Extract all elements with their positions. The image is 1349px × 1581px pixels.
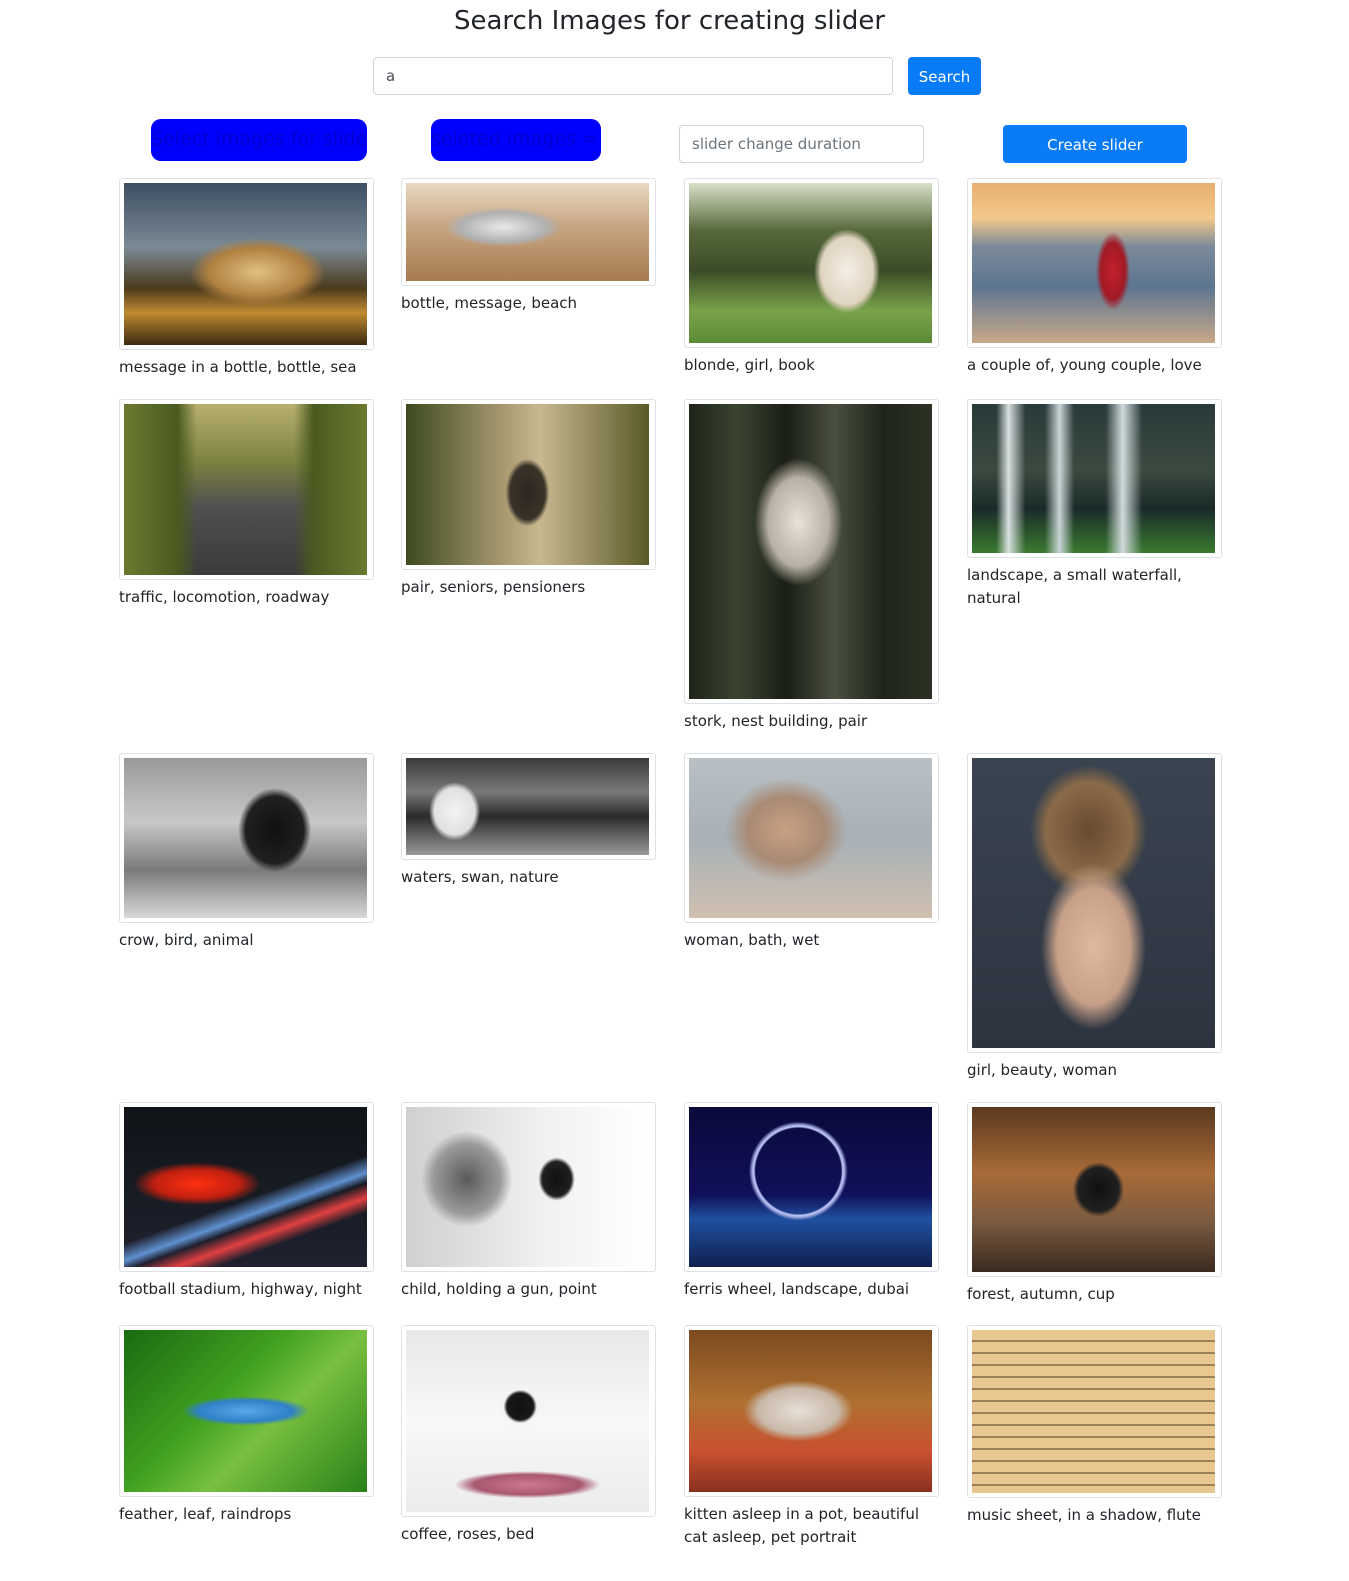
girl-reading-photo xyxy=(689,183,932,343)
image-thumbnail[interactable] xyxy=(401,1325,656,1517)
image-card[interactable]: a couple of, young couple, love xyxy=(967,178,1222,377)
ferris-wheel-photo xyxy=(689,1107,932,1267)
image-thumbnail[interactable] xyxy=(401,178,656,286)
selected-count-badge: seleted images = 0 xyxy=(431,119,601,161)
image-thumbnail[interactable] xyxy=(401,399,656,570)
image-caption: child, holding a gun, point xyxy=(401,1280,597,1298)
image-thumbnail[interactable] xyxy=(119,1102,374,1272)
image-card[interactable]: message in a bottle, bottle, sea xyxy=(119,178,374,379)
selected-count-text: seleted images = xyxy=(431,128,601,150)
bottle-beach-photo xyxy=(406,183,649,281)
image-caption: ferris wheel, landscape, dubai xyxy=(684,1280,910,1298)
image-card[interactable]: landscape, a small waterfall, natural xyxy=(967,399,1222,610)
image-thumbnail[interactable] xyxy=(684,178,939,348)
music-sheet-photo xyxy=(972,1330,1215,1493)
image-caption: pair, seniors, pensioners xyxy=(401,578,586,596)
image-thumbnail[interactable] xyxy=(967,1102,1222,1277)
stadium-night-photo xyxy=(124,1107,367,1267)
image-caption: message in a bottle, bottle, sea xyxy=(119,358,357,376)
image-caption: woman, bath, wet xyxy=(684,931,820,949)
kitten-pot-photo xyxy=(689,1330,932,1492)
feather-leaf-photo xyxy=(124,1330,367,1492)
image-thumbnail[interactable] xyxy=(119,399,374,580)
image-thumbnail[interactable] xyxy=(119,753,374,923)
waterfall-photo xyxy=(972,404,1215,553)
slider-duration-input[interactable] xyxy=(679,125,924,163)
image-caption: music sheet, in a shadow, flute xyxy=(967,1506,1201,1524)
image-card[interactable]: football stadium, highway, night xyxy=(119,1102,374,1301)
stork-nest-photo xyxy=(689,404,932,699)
image-card[interactable]: ferris wheel, landscape, dubai xyxy=(684,1102,939,1301)
image-caption: blonde, girl, book xyxy=(684,356,815,374)
image-card[interactable]: bottle, message, beach xyxy=(401,178,656,315)
image-card[interactable]: pair, seniors, pensioners xyxy=(401,399,656,599)
image-card[interactable]: music sheet, in a shadow, flute xyxy=(967,1325,1222,1527)
image-card[interactable]: blonde, girl, book xyxy=(684,178,939,377)
select-images-label: Select images for slider xyxy=(151,119,367,161)
image-thumbnail[interactable] xyxy=(401,1102,656,1272)
image-card[interactable]: woman, bath, wet xyxy=(684,753,939,952)
bottle-photo xyxy=(124,183,367,345)
image-thumbnail[interactable] xyxy=(967,399,1222,558)
image-caption: coffee, roses, bed xyxy=(401,1525,535,1543)
couple-beach-photo xyxy=(972,183,1215,343)
image-card[interactable]: forest, autumn, cup xyxy=(967,1102,1222,1306)
image-caption: bottle, message, beach xyxy=(401,294,578,312)
crow-photo xyxy=(124,758,367,918)
swan-photo xyxy=(406,758,649,855)
image-thumbnail[interactable] xyxy=(967,1325,1222,1498)
image-card[interactable]: coffee, roses, bed xyxy=(401,1325,656,1546)
image-card[interactable]: child, holding a gun, point xyxy=(401,1102,656,1301)
select-images-text: Select images for slider xyxy=(151,128,367,150)
image-caption: landscape, a small waterfall, natural xyxy=(967,566,1182,607)
autumn-cup-photo xyxy=(972,1107,1215,1272)
image-card[interactable]: girl, beauty, woman xyxy=(967,753,1222,1082)
image-card[interactable]: stork, nest building, pair xyxy=(684,399,939,733)
page-title: Search Images for creating slider xyxy=(453,6,886,36)
create-slider-button[interactable]: Create slider xyxy=(1003,125,1187,163)
image-caption: stork, nest building, pair xyxy=(684,712,868,730)
image-caption: kitten asleep in a pot, beautiful cat as… xyxy=(684,1505,920,1546)
image-thumbnail[interactable] xyxy=(684,399,939,704)
search-button[interactable]: Search xyxy=(908,57,981,95)
image-caption: feather, leaf, raindrops xyxy=(119,1505,292,1523)
image-caption: forest, autumn, cup xyxy=(967,1285,1115,1303)
image-thumbnail[interactable] xyxy=(401,753,656,860)
image-caption: a couple of, young couple, love xyxy=(967,356,1202,374)
image-caption: crow, bird, animal xyxy=(119,931,254,949)
image-card[interactable]: waters, swan, nature xyxy=(401,753,656,889)
image-thumbnail[interactable] xyxy=(119,178,374,350)
search-input[interactable] xyxy=(373,57,893,95)
image-card[interactable]: kitten asleep in a pot, beautiful cat as… xyxy=(684,1325,939,1549)
child-gun-photo xyxy=(406,1107,649,1267)
woman-bath-photo xyxy=(689,758,932,918)
traffic-road-photo xyxy=(124,404,367,575)
image-thumbnail[interactable] xyxy=(967,753,1222,1053)
image-caption: waters, swan, nature xyxy=(401,868,559,886)
image-card[interactable]: crow, bird, animal xyxy=(119,753,374,952)
seniors-walking-photo xyxy=(406,404,649,565)
coffee-roses-photo xyxy=(406,1330,649,1512)
image-card[interactable]: traffic, locomotion, roadway xyxy=(119,399,374,609)
image-thumbnail[interactable] xyxy=(967,178,1222,348)
image-caption: football stadium, highway, night xyxy=(119,1280,362,1298)
image-caption: girl, beauty, woman xyxy=(967,1061,1118,1079)
image-caption: traffic, locomotion, roadway xyxy=(119,588,330,606)
image-card[interactable]: feather, leaf, raindrops xyxy=(119,1325,374,1526)
image-thumbnail[interactable] xyxy=(119,1325,374,1497)
image-thumbnail[interactable] xyxy=(684,753,939,923)
girl-portrait-photo xyxy=(972,758,1215,1048)
image-thumbnail[interactable] xyxy=(684,1325,939,1497)
image-thumbnail[interactable] xyxy=(684,1102,939,1272)
